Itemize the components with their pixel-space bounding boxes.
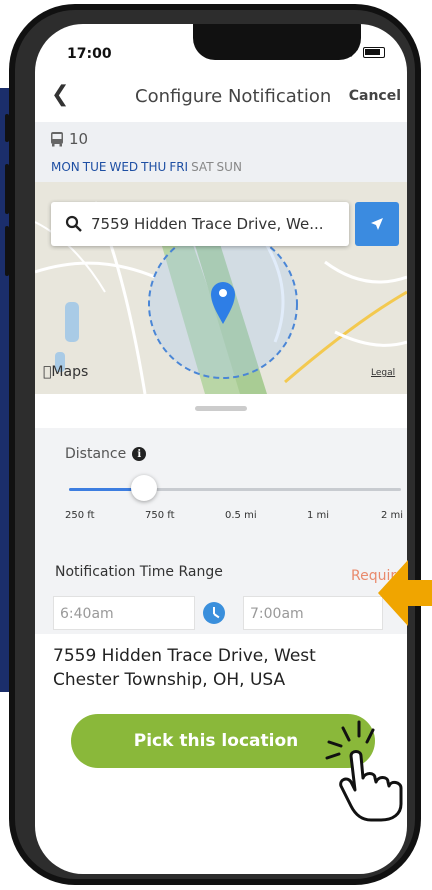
- tick-label: 250 ft: [65, 510, 95, 521]
- search-bar[interactable]: 7559 Hidden Trace Drive, We...: [51, 202, 349, 246]
- bottom-sheet: Distance i 250 ft 750 ft 0.5 mi 1 mi 2 m…: [35, 394, 407, 634]
- slider-thumb[interactable]: [130, 475, 157, 501]
- day-fri: FRI: [169, 160, 189, 174]
- distance-slider[interactable]: [69, 475, 401, 501]
- drag-handle[interactable]: [195, 406, 247, 411]
- start-time-field[interactable]: 6:40am: [53, 596, 195, 630]
- distance-text: Distance: [65, 446, 127, 462]
- distance-label: Distance i: [65, 446, 147, 462]
- legal-link[interactable]: Legal: [371, 368, 395, 378]
- clock-icon[interactable]: [203, 602, 225, 624]
- notch: [193, 24, 361, 60]
- maps-label: Maps: [43, 364, 88, 380]
- cancel-button[interactable]: Cancel: [349, 88, 401, 104]
- day-sat: SAT: [191, 160, 214, 174]
- time-range-row: 6:40am 7:00am: [53, 596, 407, 632]
- route-number: 10: [69, 130, 89, 148]
- selected-address: 7559 Hidden Trace Drive, West Chester To…: [53, 646, 316, 690]
- search-icon: [65, 215, 82, 232]
- sheet-handle-area[interactable]: [35, 394, 407, 428]
- page-title: Configure Notification: [135, 86, 332, 107]
- bus-icon: [51, 132, 63, 147]
- locate-button[interactable]: [355, 202, 399, 246]
- volume-down-button: [5, 226, 9, 276]
- tick-label: 750 ft: [145, 510, 175, 521]
- tick-label: 0.5 mi: [225, 510, 257, 521]
- tap-hand-icon: [325, 720, 403, 822]
- navigation-arrow-icon: [371, 218, 383, 230]
- day-wed: WED: [109, 160, 139, 174]
- nav-bar: ❮ Configure Notification Cancel: [35, 80, 407, 120]
- route-row: 10: [49, 130, 88, 148]
- arrow-left-icon: [378, 560, 432, 626]
- chevron-left-icon[interactable]: ❮: [51, 82, 69, 107]
- volume-up-button: [5, 164, 9, 214]
- time-range-label: Notification Time Range: [55, 564, 223, 580]
- tick-label: 1 mi: [307, 510, 330, 521]
- battery-icon: [363, 47, 385, 58]
- distance-ticks: 250 ft 750 ft 0.5 mi 1 mi 2 mi: [35, 510, 407, 524]
- apple-maps-logo: Maps: [43, 364, 88, 380]
- route-info: 10 MON TUE WED THU FRI SAT SUN: [35, 122, 407, 182]
- day-thu: THU: [141, 160, 167, 174]
- end-time-field[interactable]: 7:00am: [243, 596, 383, 630]
- pick-location-label: Pick this location: [133, 731, 299, 751]
- map-view[interactable]: 7559 Hidden Trace Drive, We... Maps Leg…: [35, 182, 407, 394]
- mute-switch: [5, 114, 9, 142]
- day-mon: MON: [51, 160, 80, 174]
- day-tue: TUE: [82, 160, 107, 174]
- status-time: 17:00: [67, 46, 112, 62]
- days-of-week: MON TUE WED THU FRI SAT SUN: [51, 160, 245, 174]
- search-input[interactable]: 7559 Hidden Trace Drive, We...: [91, 215, 324, 233]
- day-sun: SUN: [216, 160, 242, 174]
- info-icon[interactable]: i: [132, 447, 147, 461]
- tick-label: 2 mi: [381, 510, 404, 521]
